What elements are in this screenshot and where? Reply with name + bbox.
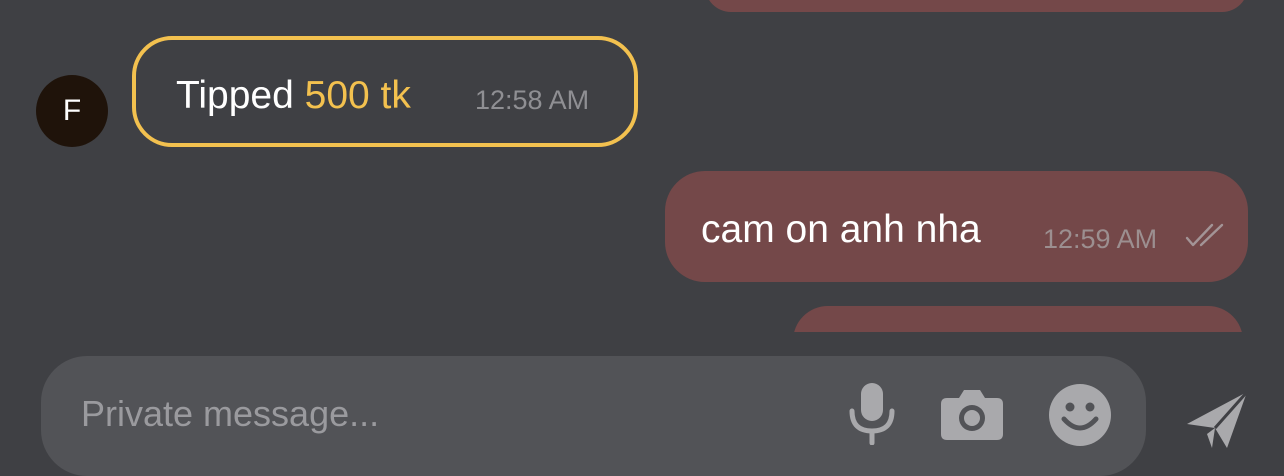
tip-message-timestamp: 12:58 AM xyxy=(475,85,590,115)
tip-amount: 500 tk xyxy=(304,74,411,117)
outgoing-message-bubble[interactable]: cam on anh nha 12:59 AM xyxy=(665,171,1248,282)
outgoing-message-text: cam on anh nha xyxy=(701,208,981,251)
private-message-input[interactable] xyxy=(81,390,821,438)
double-check-icon xyxy=(1185,223,1224,247)
camera-icon[interactable] xyxy=(941,388,1003,440)
tip-message-text: Tipped 500 tk xyxy=(176,74,411,118)
tip-label: Tipped xyxy=(176,74,294,117)
avatar[interactable]: F xyxy=(36,75,108,147)
send-icon[interactable] xyxy=(1185,390,1249,450)
emoji-icon[interactable] xyxy=(1048,383,1112,447)
tip-message-bubble[interactable]: Tipped 500 tk 12:58 AM xyxy=(132,36,638,147)
outgoing-message-timestamp: 12:59 AM xyxy=(1043,224,1158,254)
previous-message-bubble xyxy=(705,0,1248,12)
avatar-letter: F xyxy=(62,94,82,127)
microphone-icon[interactable] xyxy=(848,383,896,445)
